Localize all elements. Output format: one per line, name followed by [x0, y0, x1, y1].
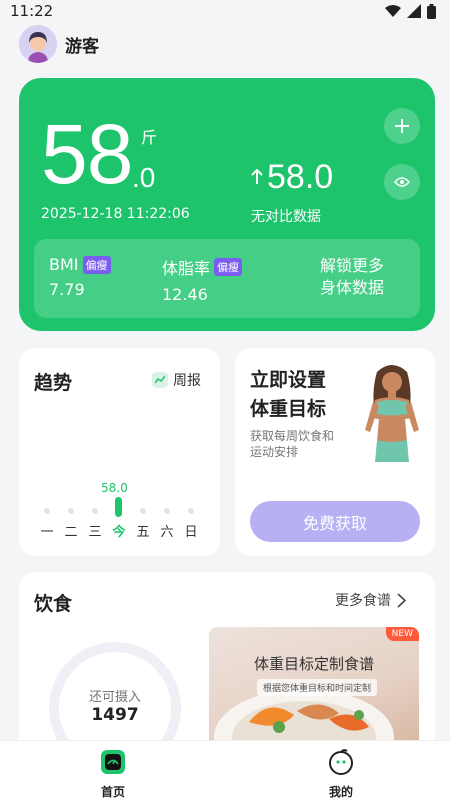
compare-number: 58.0	[267, 158, 334, 196]
unlock-line-1: 解锁更多	[320, 256, 385, 275]
body-fat-badge: 偏瘦	[214, 258, 243, 276]
nav-home-label: 首页	[100, 785, 125, 798]
day-mon: 一	[37, 508, 57, 540]
custom-recipe-banner[interactable]: NEW 体重目标定制食谱 根据您体重目标和时间定制	[209, 627, 419, 742]
profile-face-icon	[329, 749, 353, 775]
chart-icon	[152, 372, 168, 388]
wifi-icon	[385, 5, 401, 17]
more-recipes-label: 更多食谱	[335, 593, 391, 609]
bmi-label: BMI	[49, 255, 79, 274]
bmi-badge: 偏瘦	[82, 255, 111, 274]
signal-icon	[407, 4, 421, 18]
body-fat-value: 12.46	[162, 285, 208, 304]
weekday-axis: 一 二 三 今 五 六 日	[37, 508, 207, 548]
weekly-label: 周报	[173, 373, 201, 389]
nav-home[interactable]: 首页	[83, 749, 143, 798]
weekly-report-link[interactable]: 周报	[152, 370, 201, 390]
bmi-metric[interactable]: BMI 偏瘦 7.79	[49, 255, 111, 299]
weight-decimal: .0	[132, 162, 156, 193]
weight-date: 2025-12-18 11:22:06	[41, 206, 190, 222]
body-fat-metric[interactable]: 体脂率 偏瘦 12.46	[162, 255, 243, 304]
body-metrics[interactable]: BMI 偏瘦 7.79 体脂率 偏瘦 12.46 解锁更多 身体数据	[34, 239, 420, 318]
day-wed: 三	[85, 508, 105, 540]
weight-card[interactable]: 58 .0 斤 2025-12-18 11:22:06 58.0 无对比数据 B…	[19, 78, 435, 331]
calorie-remaining-label: 还可摄入	[88, 690, 141, 705]
day-fri: 五	[133, 508, 153, 540]
eye-icon	[394, 177, 410, 187]
goal-card[interactable]: 立即设置 体重目标 获取每周饮食和 运动安排 免费获取	[235, 348, 435, 556]
day-tue: 二	[61, 508, 81, 540]
toggle-visibility-button[interactable]	[384, 164, 420, 200]
calorie-remaining-value: 1497	[91, 705, 139, 725]
arrow-up-icon	[251, 169, 263, 184]
home-gauge-icon	[101, 750, 125, 774]
nav-mine-label: 我的	[328, 785, 353, 798]
battery-icon	[427, 3, 436, 19]
day-today: 今	[112, 525, 126, 540]
bmi-value: 7.79	[49, 280, 85, 299]
avatar-icon	[19, 25, 57, 63]
new-badge: NEW	[385, 627, 419, 641]
fitness-woman-illustration	[365, 365, 419, 462]
status-icons	[385, 3, 436, 19]
bottom-nav: 首页 我的	[0, 740, 450, 798]
status-time: 11:22	[10, 2, 54, 20]
today-weight-value: 58.0	[101, 481, 128, 495]
plus-icon	[395, 119, 409, 133]
recipe-banner-title: 体重目标定制食谱	[253, 655, 374, 673]
status-bar: 11:22	[0, 0, 450, 22]
diet-title: 饮食	[34, 593, 73, 615]
day-sat: 六	[157, 508, 177, 540]
user-header[interactable]: 游客	[19, 24, 99, 64]
avatar[interactable]	[19, 25, 57, 63]
trend-title: 趋势	[34, 372, 73, 394]
unlock-more-data[interactable]: 解锁更多 身体数据	[320, 255, 384, 299]
username[interactable]: 游客	[65, 32, 99, 57]
more-recipes-link[interactable]: 更多食谱	[335, 590, 406, 610]
nav-mine[interactable]: 我的	[311, 749, 371, 798]
goal-title: 立即设置 体重目标	[250, 369, 327, 420]
get-free-plan-button[interactable]: 免费获取	[250, 501, 420, 542]
chevron-right-icon	[397, 592, 406, 608]
diet-card[interactable]: 饮食 更多食谱 还可摄入 1497 NEW 体重目标定制食谱 根据您体重目标和时…	[19, 572, 435, 742]
add-record-button[interactable]	[384, 108, 420, 144]
unlock-line-2: 身体数据	[320, 278, 385, 297]
body-fat-label: 体脂率	[162, 259, 211, 278]
weight-integer: 58	[41, 107, 133, 201]
day-sun: 日	[181, 508, 201, 540]
trend-card[interactable]: 趋势 周报 58.0 一 二 三 今 五 六 日	[19, 348, 220, 556]
compare-value: 58.0	[251, 160, 333, 194]
compare-label: 无对比数据	[251, 209, 321, 225]
recipe-banner-subtitle: 根据您体重目标和时间定制	[257, 679, 378, 696]
weight-unit: 斤	[141, 128, 158, 147]
goal-subtitle: 获取每周饮食和 运动安排	[250, 429, 335, 459]
